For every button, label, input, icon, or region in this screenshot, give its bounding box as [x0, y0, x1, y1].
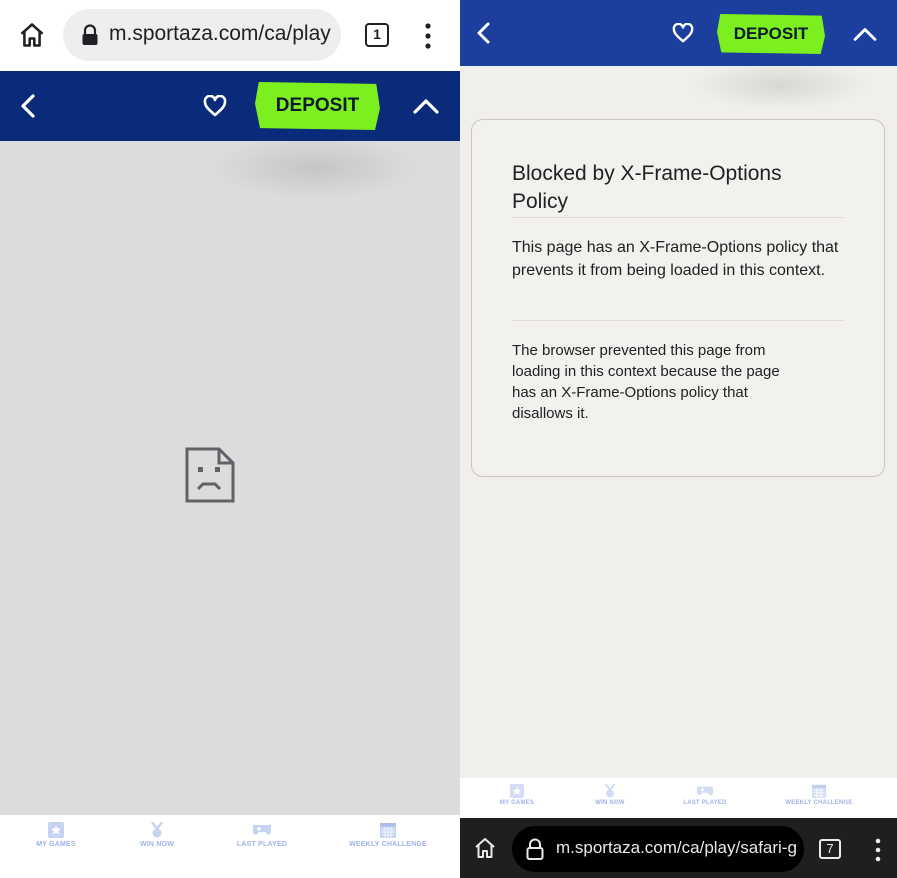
nav-my-games[interactable]: MY GAMES [26, 822, 86, 848]
bottom-nav: MY GAMES WIN NOW LAST PLAYED WEEKLY CHAL… [460, 778, 897, 818]
error-card: Blocked by X-Frame-Options Policy This p… [471, 119, 885, 477]
nav-label: MY GAMES [499, 800, 535, 806]
calendar-icon [380, 823, 396, 838]
nav-weekly-challenge[interactable]: WEEKLY CHALLENGE [778, 784, 860, 806]
app-header: DEPOSIT [460, 0, 897, 66]
medal-icon [604, 784, 616, 798]
address-bar[interactable]: m.sportaza.com/ca/play/safari-g [512, 826, 804, 872]
url-text: m.sportaza.com/ca/play/safari-g [556, 838, 797, 857]
chevron-up-icon[interactable] [412, 96, 440, 116]
url-text: m.sportaza.com/ca/play [109, 22, 331, 45]
nav-last-played[interactable]: LAST PLAYED [226, 822, 298, 848]
nav-label: LAST PLAYED [236, 841, 288, 848]
divider [512, 217, 844, 218]
nav-label: MY GAMES [36, 841, 76, 848]
right-screenshot: DEPOSIT Blocked by X-Frame-Options Polic… [460, 0, 897, 878]
tab-switcher-button[interactable]: 7 [819, 839, 841, 859]
calendar-icon [812, 784, 826, 798]
app-header: DEPOSIT [0, 71, 460, 141]
more-menu-icon[interactable] [420, 22, 436, 50]
header-shadow [690, 60, 870, 110]
star-icon [48, 822, 64, 838]
divider [512, 320, 844, 321]
header-shadow [210, 135, 420, 200]
star-icon [510, 784, 524, 798]
back-arrow-icon[interactable] [474, 21, 492, 45]
bottom-nav: MY GAMES WIN NOW LAST PLAYED WEEKLY CHAL… [0, 815, 460, 878]
error-title: Blocked by X-Frame-Options Policy [512, 162, 782, 213]
heart-icon[interactable] [203, 95, 227, 117]
lock-icon [82, 24, 98, 45]
chevron-up-icon[interactable] [852, 25, 878, 43]
error-details: The browser prevented this page from loa… [512, 342, 780, 422]
nav-last-played[interactable]: LAST PLAYED [672, 784, 738, 806]
more-menu-icon[interactable] [871, 837, 885, 863]
deposit-button[interactable]: DEPOSIT [255, 82, 380, 130]
nav-label: WEEKLY CHALLENGE [785, 800, 853, 806]
home-icon[interactable] [18, 21, 46, 49]
medal-icon [151, 822, 163, 838]
nav-win-now[interactable]: WIN NOW [127, 822, 187, 848]
address-bar[interactable]: m.sportaza.com/ca/play [63, 9, 341, 61]
heart-icon[interactable] [672, 23, 694, 43]
nav-label: WIN NOW [139, 841, 175, 848]
nav-label: LAST PLAYED [683, 800, 727, 806]
sad-page-icon [185, 447, 235, 503]
tab-switcher-button[interactable]: 1 [365, 23, 389, 47]
deposit-button[interactable]: DEPOSIT [717, 14, 825, 54]
left-screenshot: m.sportaza.com/ca/play 1 DEPOSIT MY GAME… [0, 0, 460, 878]
nav-label: WEEKLY CHALLENGE [349, 841, 427, 848]
back-arrow-icon[interactable] [18, 93, 38, 119]
error-message: This page has an X-Frame-Options policy … [512, 239, 839, 279]
browser-toolbar-bottom: m.sportaza.com/ca/play/safari-g 7 [460, 818, 897, 878]
lock-icon [526, 838, 544, 860]
browser-toolbar: m.sportaza.com/ca/play 1 [0, 0, 460, 71]
nav-weekly-challenge[interactable]: WEEKLY CHALLENGE [344, 822, 432, 848]
gamepad-icon [253, 824, 271, 835]
gamepad-icon [697, 786, 713, 796]
home-icon[interactable] [473, 836, 497, 860]
nav-my-games[interactable]: MY GAMES [488, 784, 546, 806]
nav-label: WIN NOW [595, 800, 625, 806]
nav-win-now[interactable]: WIN NOW [581, 784, 639, 806]
